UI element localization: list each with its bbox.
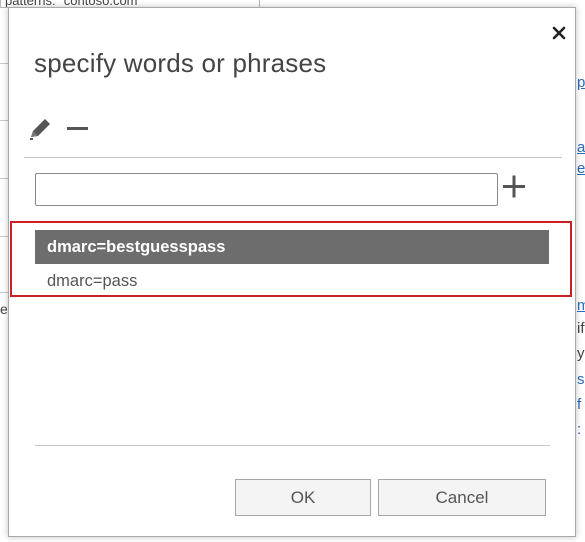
specify-phrases-dialog: specify words or phrases dmarc=bestguess… — [8, 7, 576, 537]
remove-button[interactable] — [65, 116, 91, 142]
list-item[interactable]: dmarc=pass — [35, 264, 549, 298]
dialog-title: specify words or phrases — [34, 48, 327, 78]
background-divider — [0, 292, 8, 293]
background-text-fragment: e — [0, 301, 8, 317]
background-divider — [0, 178, 8, 179]
edit-button[interactable] — [26, 115, 54, 143]
list-item[interactable]: dmarc=bestguesspass — [35, 230, 549, 264]
minus-icon — [67, 127, 88, 130]
cancel-button[interactable]: Cancel — [378, 479, 546, 516]
add-button[interactable] — [500, 173, 528, 201]
background-link-fragment[interactable]: a — [577, 139, 585, 156]
background-text-fragment: y — [577, 345, 585, 362]
background-link-fragment[interactable]: es — [577, 160, 585, 177]
phrase-list: dmarc=bestguesspass dmarc=pass — [35, 230, 549, 298]
background-divider — [0, 236, 8, 237]
phrase-input[interactable] — [35, 173, 498, 206]
background-divider — [0, 120, 8, 121]
background-text-fragment: : — [577, 421, 582, 438]
background-link-fragment[interactable]: m — [577, 297, 585, 314]
background-divider — [0, 63, 8, 64]
close-button[interactable] — [550, 24, 568, 42]
background-text-fragment: f — [577, 396, 582, 413]
plus-icon — [503, 175, 525, 198]
pencil-icon — [30, 119, 50, 140]
toolbar-divider — [24, 157, 562, 158]
background-link-fragment[interactable]: p — [577, 74, 585, 91]
background-text-fragment: if — [577, 320, 585, 337]
background-text-fragment: s — [577, 371, 585, 388]
footer-divider — [35, 445, 550, 446]
close-icon — [552, 26, 566, 40]
ok-button[interactable]: OK — [235, 479, 371, 516]
